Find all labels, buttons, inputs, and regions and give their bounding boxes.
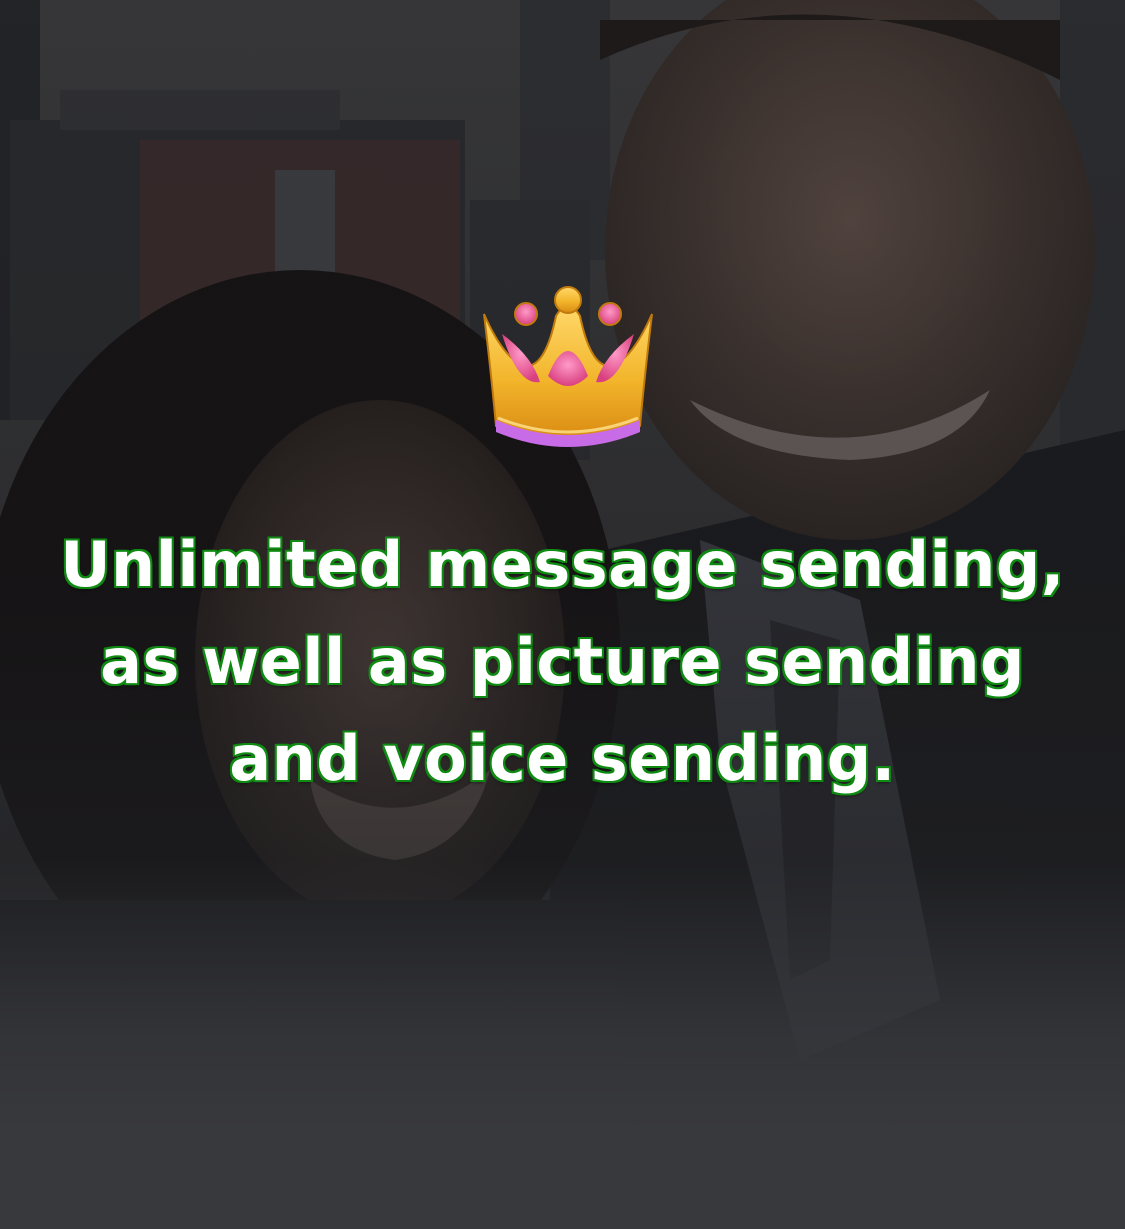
crown-icon [483, 286, 653, 447]
vip-promo-screen: Unlimited message sending, as well as pi… [0, 0, 1125, 1229]
promo-headline: Unlimited message sending, as well as pi… [60, 528, 1065, 795]
